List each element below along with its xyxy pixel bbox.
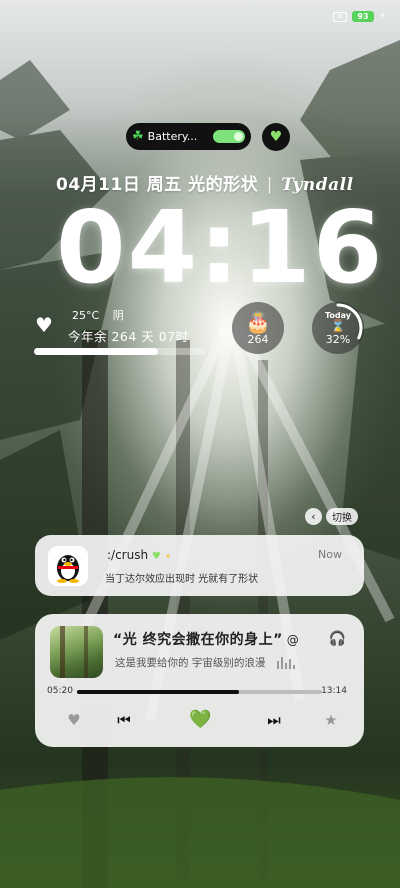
notification-sender: :/crush xyxy=(107,548,149,562)
lockscreen-clock: 04:16 xyxy=(56,189,385,306)
next-icon[interactable]: ⏭ xyxy=(263,711,285,729)
today-progress-ring xyxy=(313,303,363,353)
countdown-value: 264 xyxy=(247,332,269,346)
notification-card[interactable]: :/crush ♥ ✦ Now 当丁达尔效应出现时 光就有了形状 xyxy=(35,535,364,596)
seek-bar[interactable] xyxy=(77,690,322,694)
switch-button[interactable]: ‹ 切换 xyxy=(305,507,358,525)
song-title: “光 终究会撒在你的身上” @ xyxy=(113,629,299,649)
album-art[interactable] xyxy=(50,626,103,678)
switch-label[interactable]: 切换 xyxy=(326,507,358,525)
countdown-widget[interactable]: 🎂 264 xyxy=(232,302,284,354)
cake-icon: 🎂 xyxy=(245,309,271,334)
battery-indicator: 93 xyxy=(351,11,374,22)
status-bar: ✕ 93 ⚡ xyxy=(332,11,386,22)
temperature: 25°C xyxy=(72,309,100,322)
sim-crossed-icon: ✕ xyxy=(332,11,347,22)
battery-toggle[interactable] xyxy=(213,130,245,143)
current-time: 05:20 xyxy=(47,686,73,696)
weather-info: 25°C 阴 xyxy=(72,307,124,323)
previous-icon[interactable]: ⏮ xyxy=(113,711,135,729)
sparkle-icon: ✦ xyxy=(164,552,172,561)
battery-widget-label: Battery... xyxy=(147,130,198,143)
battery-widget-pill[interactable]: ☘ Battery... xyxy=(126,123,251,150)
notification-body: 当丁达尔效应出现时 光就有了形状 xyxy=(105,574,259,585)
weather-condition: 阴 xyxy=(112,309,124,322)
bolt-icon: ⚡ xyxy=(378,11,386,22)
qq-penguin-icon xyxy=(48,546,88,586)
green-heart-icon[interactable]: ♥ xyxy=(262,123,290,151)
year-progress-fill xyxy=(34,348,158,355)
pixel-heart-icon: ♥ xyxy=(35,313,53,337)
green-heart-icon[interactable]: 💚 xyxy=(189,709,211,730)
year-remaining-text: 今年余 264 天 07时 xyxy=(68,329,189,344)
heart-icon[interactable]: ♥ xyxy=(63,711,85,729)
music-player-card[interactable]: “光 终究会撒在你的身上” @ 这是我要给你的 宇宙级别的浪漫 🎧 05:20 1… xyxy=(35,614,364,747)
total-time: 13:14 xyxy=(321,686,347,696)
today-progress-widget[interactable]: Today ⌛ 32% xyxy=(312,302,364,354)
lyric-text: 这是我要给你的 宇宙级别的浪漫 xyxy=(115,657,266,669)
clover-icon: ☘ xyxy=(132,129,144,144)
song-title-text: “光 终究会撒在你的身上” xyxy=(113,632,283,648)
audio-wave-icon xyxy=(276,657,297,669)
notification-time: Now xyxy=(318,548,342,561)
lyric-line: 这是我要给你的 宇宙级别的浪漫 xyxy=(115,655,297,670)
green-heart-icon: ♥ xyxy=(151,551,161,562)
notification-title: :/crush ♥ ✦ xyxy=(107,548,171,562)
seek-bar-fill xyxy=(77,690,239,694)
swirl-icon: @ xyxy=(286,633,300,647)
headphone-icon[interactable]: 🎧 xyxy=(329,631,346,647)
year-progress-bar xyxy=(34,348,206,355)
chevron-left-icon[interactable]: ‹ xyxy=(305,507,322,525)
star-icon[interactable]: ★ xyxy=(320,711,342,729)
